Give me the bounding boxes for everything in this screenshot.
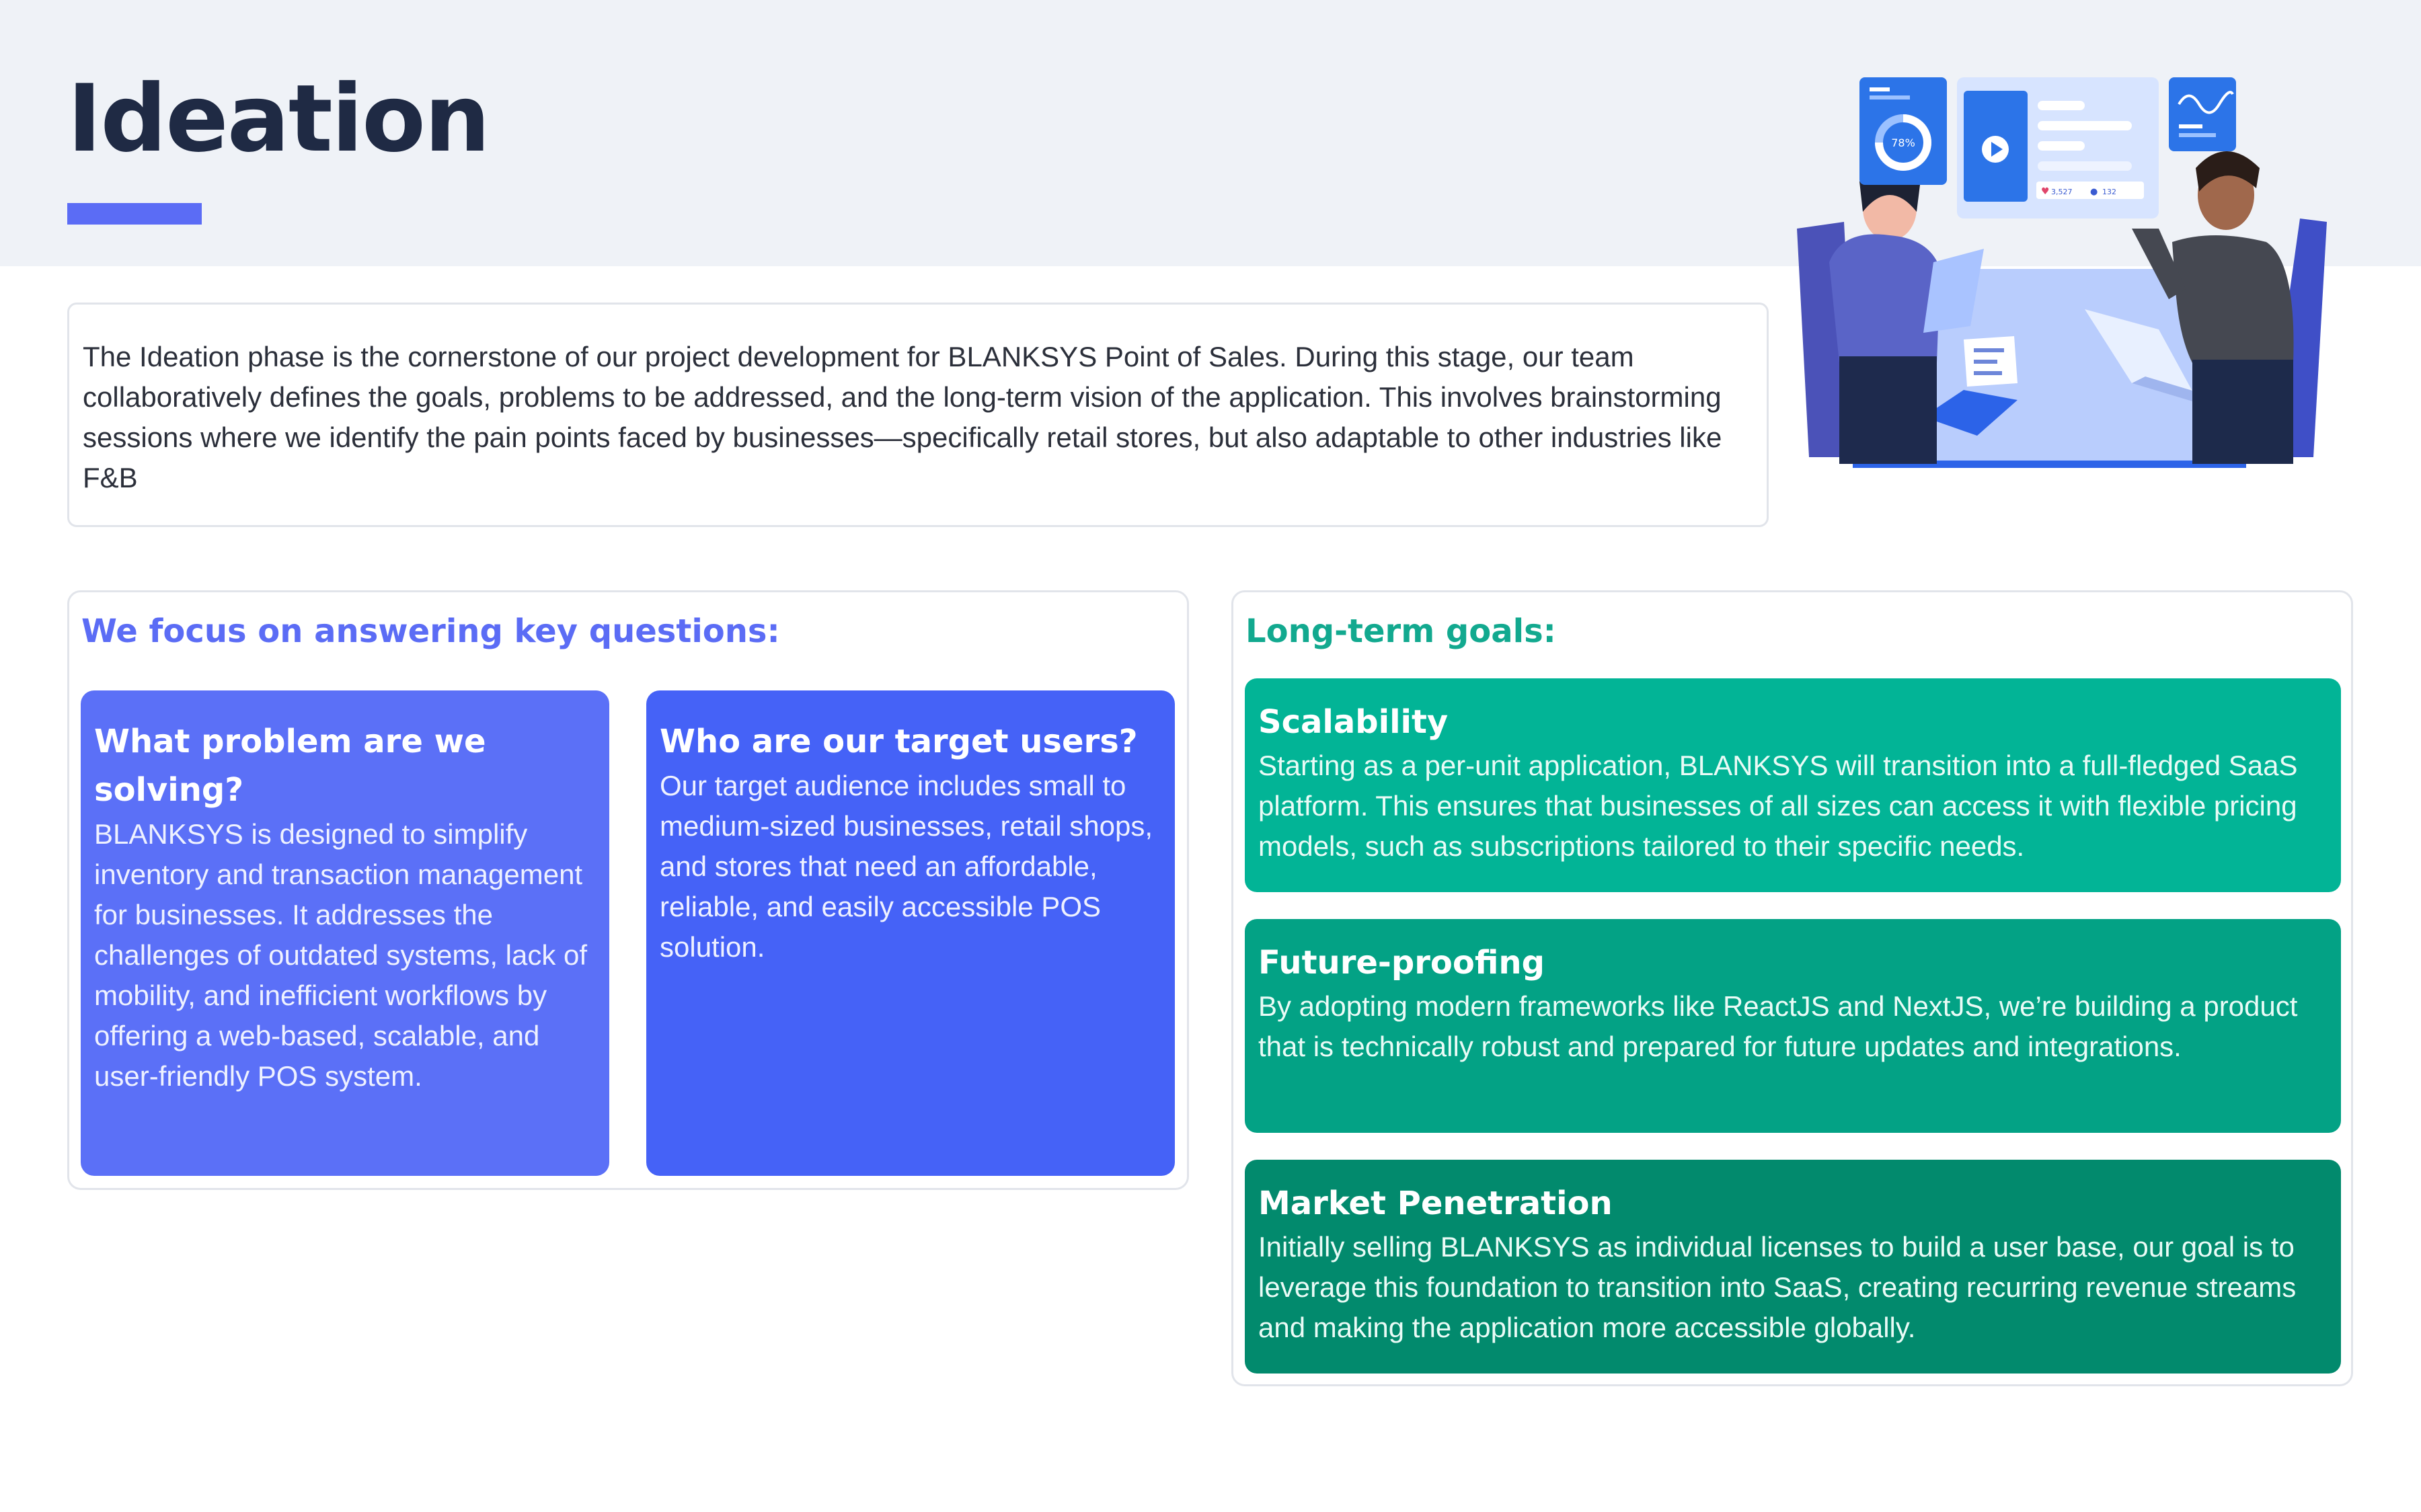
woman-shirt	[1829, 234, 1940, 363]
title-underline	[67, 203, 202, 225]
question-title: What problem are we solving?	[94, 723, 486, 809]
donut-label: 78%	[1891, 136, 1915, 149]
key-questions-panel: We focus on answering key questions: Wha…	[67, 590, 1189, 1190]
paper-line	[1974, 360, 1997, 364]
card-line	[1870, 95, 1910, 100]
goal-card-future-proofing: Future-proofing By adopting modern frame…	[1245, 919, 2341, 1133]
wave-card	[2169, 77, 2236, 151]
comment-icon: ●	[2090, 187, 2098, 197]
paper-line	[1974, 348, 2004, 352]
goal-body: Initially selling BLANKSYS as individual…	[1258, 1231, 2297, 1343]
goal-title: Scalability	[1258, 703, 1449, 741]
goal-body: Starting as a per-unit application, BLAN…	[1258, 750, 2298, 862]
key-questions-heading: We focus on answering key questions:	[81, 612, 780, 650]
paper-line	[1974, 371, 2002, 375]
post-line	[2038, 161, 2132, 171]
woman-legs	[1839, 356, 1937, 464]
comments-count: 132	[2102, 188, 2116, 196]
long-term-goals-heading: Long-term goals:	[1245, 612, 1556, 650]
post-line	[2038, 141, 2085, 151]
team-collaboration-illustration: 78% ♥ 3,527 ● 132	[1797, 77, 2327, 468]
intro-text: The Ideation phase is the cornerstone of…	[83, 341, 1722, 493]
question-card-problem: What problem are we solving? BLANKSYS is…	[81, 690, 609, 1176]
question-title: Who are our target users?	[660, 723, 1138, 760]
goal-card-market-penetration: Market Penetration Initially selling BLA…	[1245, 1160, 2341, 1374]
long-term-goals-panel: Long-term goals: Scalability Starting as…	[1231, 590, 2353, 1386]
post-line	[2038, 101, 2085, 110]
goal-title: Future-proofing	[1258, 944, 1545, 982]
goal-card-scalability: Scalability Starting as a per-unit appli…	[1245, 678, 2341, 892]
card-line	[2179, 124, 2202, 128]
likes-count: 3,527	[2051, 188, 2073, 196]
post-line	[2038, 121, 2132, 130]
man-legs	[2192, 360, 2293, 464]
intro-box: The Ideation phase is the cornerstone of…	[67, 303, 1769, 527]
card-line	[2179, 133, 2216, 137]
question-body: BLANKSYS is designed to simplify invento…	[94, 818, 588, 1092]
heart-icon: ♥	[2041, 186, 2050, 197]
ideation-slide: Ideation The Ideation phase is the corne…	[0, 0, 2421, 1512]
goal-title: Market Penetration	[1258, 1185, 1613, 1222]
goal-body: By adopting modern frameworks like React…	[1258, 990, 2298, 1062]
card-line	[1870, 87, 1890, 91]
question-body: Our target audience includes small to me…	[660, 770, 1153, 963]
man-hoodie	[2172, 235, 2294, 363]
page-title: Ideation	[67, 65, 490, 173]
question-card-users: Who are our target users? Our target aud…	[646, 690, 1175, 1176]
